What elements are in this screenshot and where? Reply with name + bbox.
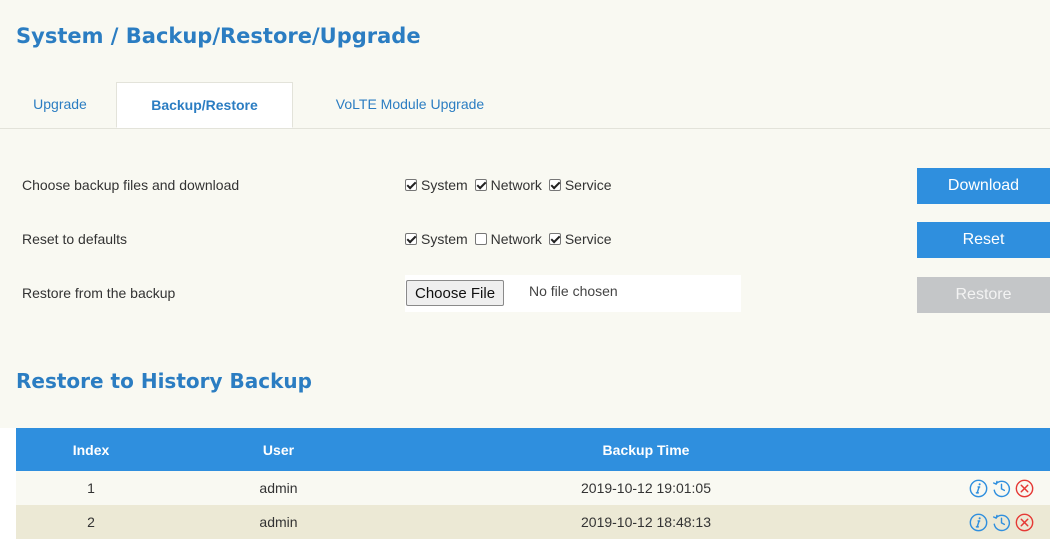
cell-user: admin <box>166 505 391 539</box>
reset-system-label: System <box>421 231 468 247</box>
delete-icon[interactable] <box>1015 513 1034 532</box>
reset-service-checkbox[interactable] <box>548 233 561 245</box>
column-header-user: User <box>166 428 391 471</box>
column-header-actions <box>901 428 1050 471</box>
cell-user: admin <box>166 471 391 505</box>
restore-button: Restore <box>917 277 1050 313</box>
backup-option-service[interactable]: Service <box>548 177 612 193</box>
reset-option-system[interactable]: System <box>405 231 468 247</box>
backup-network-checkbox[interactable] <box>474 179 487 191</box>
table-row: 1 admin 2019-10-12 19:01:05 <box>16 471 1050 505</box>
info-icon[interactable] <box>969 513 988 532</box>
column-header-backup-time: Backup Time <box>391 428 901 471</box>
backup-option-network[interactable]: Network <box>474 177 542 193</box>
reset-service-label: Service <box>564 231 612 247</box>
backup-network-label: Network <box>490 177 542 193</box>
reset-option-service[interactable]: Service <box>548 231 612 247</box>
restore-clock-icon[interactable] <box>992 479 1011 498</box>
file-input[interactable]: Choose File No file chosen <box>405 275 741 312</box>
tab-upgrade[interactable]: Upgrade <box>22 82 98 128</box>
row-actions <box>901 471 1050 505</box>
page-title: System / Backup/Restore/Upgrade <box>16 24 421 48</box>
reset-row-label: Reset to defaults <box>22 231 128 247</box>
reset-option-network[interactable]: Network <box>474 231 542 247</box>
restore-clock-icon[interactable] <box>992 513 1011 532</box>
cell-index: 1 <box>16 471 166 505</box>
delete-icon[interactable] <box>1015 479 1034 498</box>
cell-backup-time: 2019-10-12 18:48:13 <box>391 505 901 539</box>
history-section-title: Restore to History Backup <box>16 369 312 393</box>
info-icon[interactable] <box>969 479 988 498</box>
table-header-row: Index User Backup Time <box>16 428 1050 471</box>
tab-backup-restore[interactable]: Backup/Restore <box>116 82 293 128</box>
download-button[interactable]: Download <box>917 168 1050 204</box>
history-backup-table: Index User Backup Time 1 admin 2019-10-1… <box>16 428 1050 539</box>
history-section-header: Restore to History Backup <box>0 338 1050 428</box>
page-header: System / Backup/Restore/Upgrade <box>0 0 1050 82</box>
reset-network-checkbox[interactable] <box>474 233 487 245</box>
file-status: No file chosen <box>529 283 618 299</box>
tab-bar: Upgrade Backup/Restore VoLTE Module Upgr… <box>0 82 1050 129</box>
tab-volte-module-upgrade[interactable]: VoLTE Module Upgrade <box>306 82 514 128</box>
reset-button[interactable]: Reset <box>917 222 1050 258</box>
backup-row-label: Choose backup files and download <box>22 177 240 193</box>
reset-system-checkbox[interactable] <box>405 233 417 245</box>
row-actions <box>901 505 1050 539</box>
backup-option-system[interactable]: System <box>405 177 468 193</box>
choose-file-button[interactable]: Choose File <box>406 280 505 306</box>
column-header-index: Index <box>16 428 166 471</box>
backup-service-checkbox[interactable] <box>548 179 561 191</box>
table-row: 2 admin 2019-10-12 18:48:13 <box>16 505 1050 539</box>
cell-backup-time: 2019-10-12 19:01:05 <box>391 471 901 505</box>
backup-options: System Network Service <box>405 177 615 193</box>
restore-row-label: Restore from the backup <box>22 285 176 301</box>
cell-index: 2 <box>16 505 166 539</box>
reset-network-label: Network <box>490 231 542 247</box>
backup-system-checkbox[interactable] <box>405 179 417 191</box>
reset-options: System Network Service <box>405 231 615 247</box>
backup-service-label: Service <box>564 177 612 193</box>
backup-system-label: System <box>421 177 468 193</box>
